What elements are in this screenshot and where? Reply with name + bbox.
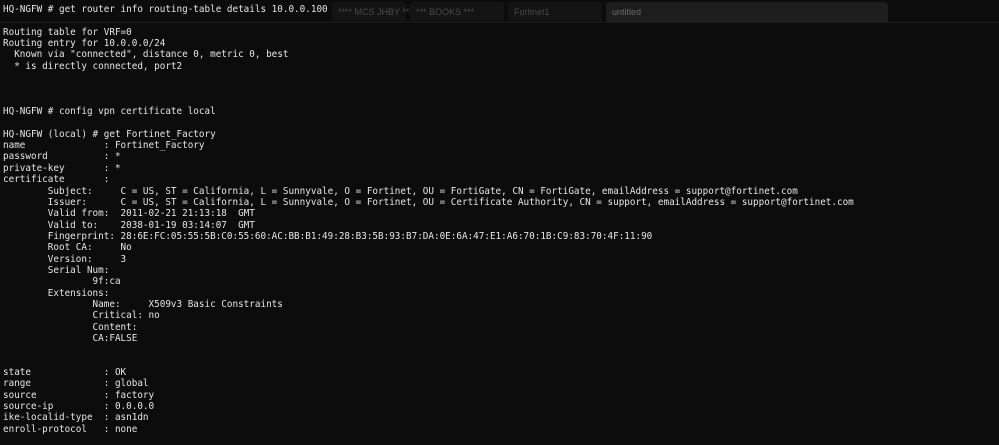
terminal-line: ike-localid-type : asn1dn xyxy=(3,412,149,424)
terminal-line: Known via "connected", distance 0, metri… xyxy=(3,49,289,61)
terminal-line: Valid from: 2011-02-21 21:13:18 GMT xyxy=(3,208,255,220)
terminal-line: certificate : xyxy=(3,174,110,186)
terminal-line: source : factory xyxy=(3,389,155,401)
terminal-line: CA:FALSE xyxy=(3,332,138,344)
terminal-line: Name: X509v3 Basic Constraints xyxy=(3,298,283,310)
terminal-line: password : * xyxy=(3,151,121,163)
terminal-line: Routing entry for 10.0.0.0/24 xyxy=(3,38,166,50)
terminal-line: 9f:ca xyxy=(3,276,121,288)
terminal-line: Extensions: xyxy=(3,287,110,299)
terminal-line: Issuer: C = US, ST = California, L = Sun… xyxy=(3,196,854,208)
terminal-line: enroll-protocol : none xyxy=(3,423,138,435)
terminal-line: Fingerprint: 28:6E:FC:05:55:5B:C0:55:60:… xyxy=(3,230,653,242)
terminal-line: private-key : * xyxy=(3,162,121,174)
terminal-line: name : Fortinet_Factory xyxy=(3,140,205,152)
terminal-line: state : OK xyxy=(3,367,127,378)
terminal-line: HQ-NGFW # get router info routing-table … xyxy=(3,4,328,15)
terminal-line: range : global xyxy=(3,378,149,390)
terminal-line: Critical: no xyxy=(3,310,160,322)
terminal-line: Version: 3 xyxy=(3,253,127,265)
terminal-line: Serial Num: xyxy=(3,264,110,276)
terminal-line: Content: xyxy=(3,321,138,333)
terminal-line: source-ip : 0.0.0.0 xyxy=(3,401,155,413)
terminal-line: Root CA: No xyxy=(3,242,132,254)
terminal-line: Routing table for VRF=0 xyxy=(3,26,132,38)
terminal-window: **** MCS JHBY **** *** BOOKS *** Fortine… xyxy=(0,0,999,445)
terminal-line: HQ-NGFW (local) # get Fortinet_Factory xyxy=(3,128,216,140)
terminal-line: * is directly connected, port2 xyxy=(3,60,183,72)
terminal-output[interactable]: HQ-NGFW # get router info routing-table … xyxy=(3,4,999,435)
terminal-line: Subject: C = US, ST = California, L = Su… xyxy=(3,185,798,197)
terminal-line: HQ-NGFW # config vpn certificate local xyxy=(3,106,216,118)
terminal-line: Valid to: 2038-01-19 03:14:07 GMT xyxy=(3,219,255,231)
